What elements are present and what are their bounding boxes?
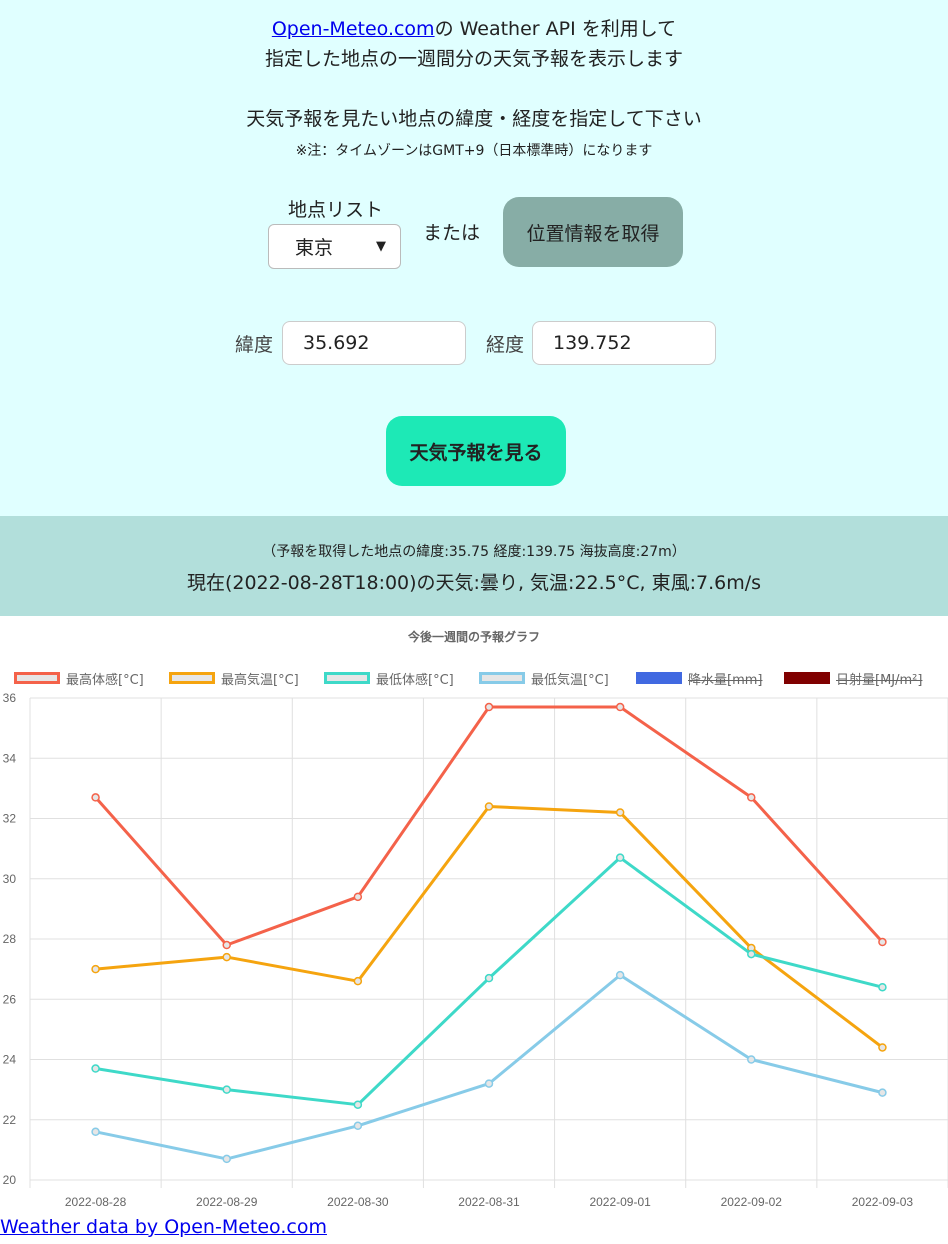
current-weather-section: （予報を取得した地点の緯度:35.75 経度:139.75 海抜高度:27m） …: [0, 516, 948, 616]
legend-swatch: [479, 672, 525, 684]
data-point: [222, 1154, 231, 1164]
legend-label: 日射量[MJ/m²]: [836, 672, 923, 688]
y-tick-label: 26: [3, 992, 17, 1006]
data-point: [353, 1121, 363, 1131]
y-tick-label: 30: [3, 872, 17, 886]
data-point: [878, 1043, 887, 1052]
legend-item[interactable]: 最高気温[°C]: [169, 668, 299, 688]
legend-label: 最高気温[°C]: [221, 672, 299, 688]
data-point: [91, 1127, 100, 1137]
data-point: [91, 1064, 100, 1073]
data-point: [222, 1085, 231, 1094]
legend-label: 最低体感[°C]: [376, 672, 454, 688]
x-tick-label: 2022-08-30: [327, 1195, 389, 1209]
legend-label: 最低気温[°C]: [531, 672, 609, 688]
forecast-location-meta: （予報を取得した地点の緯度:35.75 経度:139.75 海抜高度:27m）: [262, 544, 686, 560]
timezone-note: ※注：タイムゾーンはGMT+9（日本標準時）になります: [295, 143, 653, 159]
y-tick-label: 22: [3, 1113, 17, 1127]
longitude-input[interactable]: 139.752: [532, 321, 716, 365]
series-line: [95, 973, 883, 1161]
data-point: [91, 964, 100, 974]
y-tick-label: 20: [3, 1173, 17, 1187]
x-tick-label: 2022-08-29: [196, 1195, 258, 1209]
intro-line-1: Open-Meteo.comの Weather API を利用して: [0, 14, 948, 41]
x-tick-label: 2022-08-31: [458, 1195, 520, 1209]
data-point: [484, 802, 494, 811]
series-line: [94, 705, 884, 947]
legend-label: 最高体感[°C]: [66, 672, 144, 688]
data-point: [615, 702, 625, 712]
chevron-down-icon: ▼: [376, 239, 386, 254]
or-text: または: [423, 222, 481, 244]
longitude-label: 経度: [486, 334, 525, 356]
data-point: [878, 1088, 887, 1097]
location-list-label: 地点リスト: [287, 199, 383, 221]
y-tick-label: 28: [3, 932, 17, 946]
legend-item[interactable]: 最低気温[°C]: [479, 668, 609, 688]
instruction-text: 天気予報を見たい地点の緯度・経度を指定して下さい: [246, 108, 702, 130]
series-line: [95, 804, 884, 1049]
y-tick-label: 34: [3, 751, 17, 765]
legend-swatch: [784, 672, 830, 684]
data-point: [878, 982, 887, 992]
latitude-input[interactable]: 35.692: [282, 321, 466, 365]
location-select[interactable]: 東京 ▼: [268, 224, 401, 269]
data-point: [353, 976, 363, 986]
y-tick-label: 32: [3, 812, 17, 826]
legend-item[interactable]: 降水量[mm]: [636, 668, 762, 688]
get-location-button[interactable]: 位置情報を取得: [503, 197, 683, 267]
data-point: [615, 853, 625, 862]
current-weather-text: 現在(2022-08-28T18:00)の天気:曇り, 気温:22.5°C, 東…: [186, 572, 762, 594]
legend-label: 降水量[mm]: [688, 672, 763, 688]
forecast-chart: 20 22 24 26 28 30 32 34 36 2022-08-28 2022-08-29 20…: [3, 691, 948, 1209]
view-forecast-button[interactable]: 天気予報を見る: [386, 416, 566, 486]
legend-item[interactable]: 最低体感[°C]: [324, 668, 454, 688]
data-point: [353, 1100, 363, 1109]
chart-legend: 最高体感[°C] 最高気温[°C] 最低体感[°C] 最低気温[°C] 降水量[mm] 日…: [0, 668, 948, 690]
legend-swatch: [324, 672, 370, 684]
x-tick-label: 2022-09-01: [589, 1195, 651, 1209]
footer: Weather data by Open-Meteo.com: [0, 1216, 327, 1238]
data-point: [484, 1079, 494, 1088]
latitude-label: 緯度: [235, 334, 274, 356]
x-tick-label: 2022-09-02: [721, 1195, 783, 1209]
data-point: [878, 937, 887, 947]
intro-line-2: 指定した地点の一週間分の天気予報を表示します: [264, 48, 683, 70]
legend-swatch: [169, 672, 215, 684]
data-point: [484, 973, 494, 983]
footer-link[interactable]: Weather data by Open-Meteo.com: [0, 1216, 327, 1238]
data-point: [222, 940, 231, 950]
data-point: [222, 952, 231, 962]
intro-line-1-text: の Weather API を利用して: [434, 18, 677, 40]
data-point: [747, 1055, 756, 1064]
data-point: [747, 793, 756, 802]
chart-title: 今後一週間の予報グラフ: [407, 630, 540, 644]
y-tick-label: 36: [3, 691, 17, 705]
legend-swatch: [636, 672, 682, 684]
legend-item[interactable]: 日射量[MJ/m²]: [784, 668, 922, 688]
data-point: [353, 892, 363, 902]
legend-swatch: [14, 672, 60, 684]
legend-item[interactable]: 最高体感[°C]: [14, 668, 144, 688]
data-point: [615, 970, 625, 980]
data-point: [91, 793, 100, 802]
data-point: [615, 808, 625, 817]
location-select-value: 東京: [295, 237, 334, 259]
form-section: Open-Meteo.comの Weather API を利用して 指定した地点…: [0, 0, 948, 516]
y-tick-label: 24: [3, 1053, 17, 1067]
x-tick-label: 2022-09-03: [852, 1195, 914, 1209]
x-tick-label: 2022-08-28: [65, 1195, 127, 1209]
data-point: [484, 702, 494, 712]
open-meteo-link[interactable]: Open-Meteo.com: [272, 18, 435, 40]
data-point: [747, 949, 756, 959]
